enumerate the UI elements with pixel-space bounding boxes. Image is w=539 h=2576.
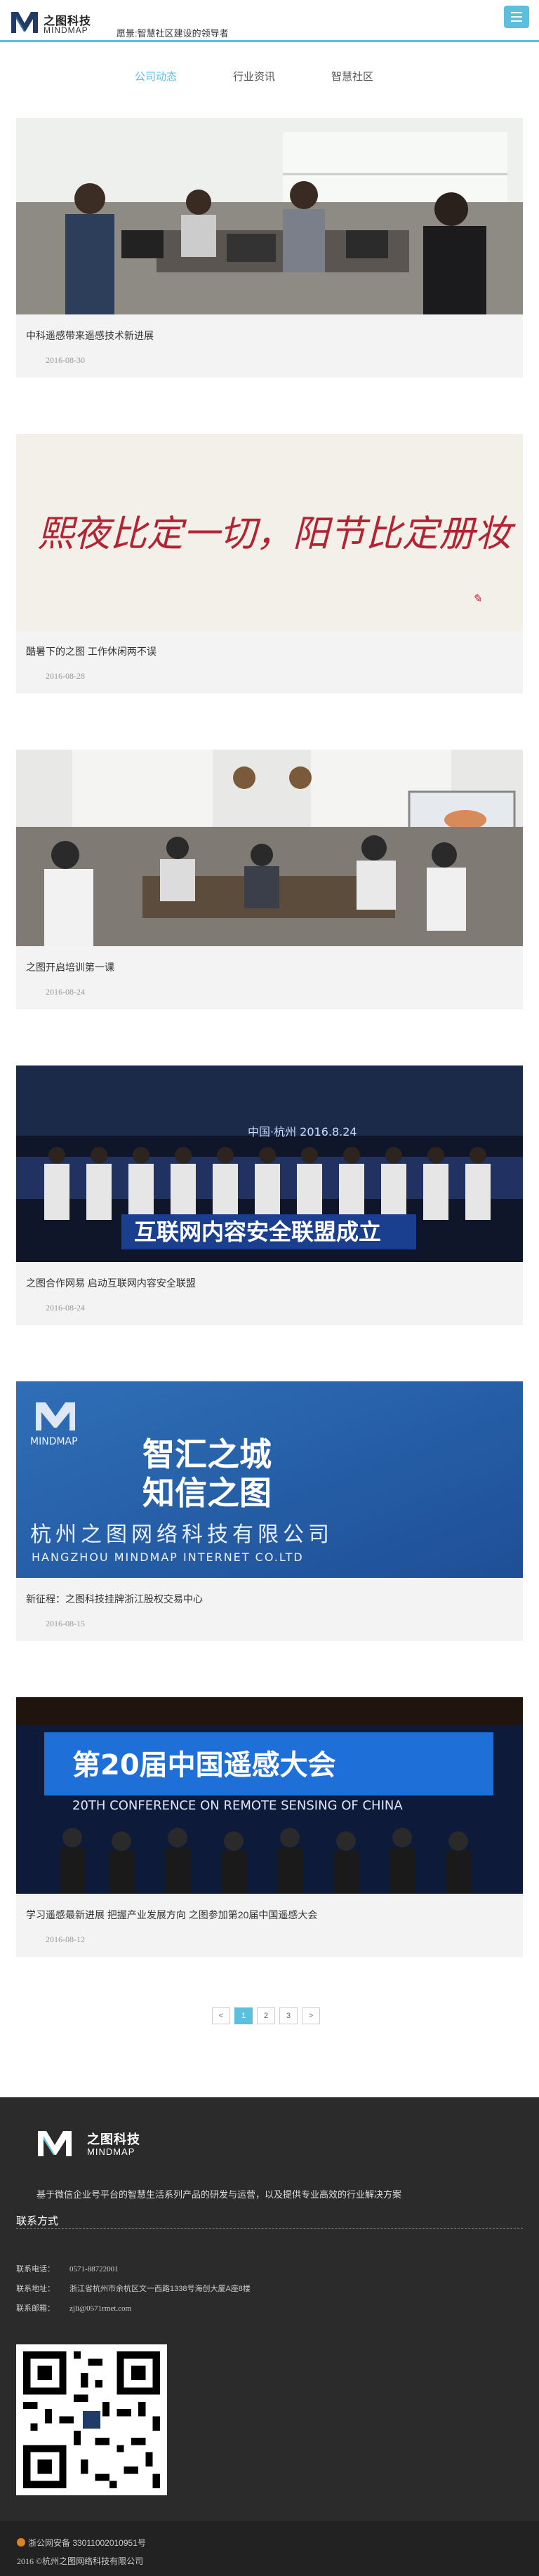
brand-company: 杭州之图网络科技有限公司 — [30, 1522, 333, 1547]
page-2-button[interactable]: 2 — [257, 2007, 275, 2024]
brand-logo-text: MINDMAP — [30, 1436, 78, 1447]
contact-phone: 联系电话： 0571-88722001 — [16, 2263, 119, 2274]
tab-industry-news[interactable]: 行业资讯 — [233, 69, 275, 84]
training-photo — [16, 750, 523, 946]
conference-title-cn: 第20届中国遥感大会 — [72, 1749, 336, 1781]
site-footer: 之图科技 MINDMAP 基于微信企业号平台的智慧生活系列产品的研发与运营，以及… — [0, 2097, 539, 2576]
article-card[interactable]: 中科遥感带来遥感技术新进展 2016-08-30 — [16, 118, 523, 378]
menu-icon-bar — [511, 16, 522, 18]
article-image[interactable]: 熙夜比定一切，阳节比定册妆 ✎ — [16, 434, 523, 630]
article-title[interactable]: 新征程：之图科技挂牌浙江股权交易中心 — [26, 1592, 203, 1606]
header-slogan: 愿景:智慧社区建设的领导者 — [117, 28, 229, 39]
brand-line-1: 智汇之城 — [142, 1435, 272, 1473]
article-title[interactable]: 之图开启培训第一课 — [26, 960, 114, 974]
event-banner-date: 中国·杭州 2016.8.24 — [248, 1125, 357, 1138]
article-date: 2016-08-30 — [46, 355, 85, 365]
logo-subtitle: MINDMAP — [44, 25, 88, 35]
brand-wall-photo: MINDMAP 智汇之城 知信之图 杭州之图网络科技有限公司 HANGZHOU … — [16, 1381, 523, 1578]
contact-divider — [16, 2228, 523, 2229]
svg-text:✎: ✎ — [472, 592, 481, 605]
article-card[interactable]: 熙夜比定一切，阳节比定册妆 ✎ 酷暑下的之图 工作休闲两不误 2016-08-2… — [16, 434, 523, 693]
meeting-photo — [16, 118, 523, 314]
article-title[interactable]: 之图合作网易 启动互联网内容安全联盟 — [26, 1276, 196, 1290]
menu-icon-bar — [511, 20, 522, 22]
footer-logo-icon — [38, 2131, 72, 2156]
beian-text: 浙公网安备 33011002010951号 — [28, 2538, 146, 2548]
footer-description: 基于微信企业号平台的智慧生活系列产品的研发与运营，以及提供专业高效的行业解决方案 — [36, 2189, 402, 2200]
alliance-photo: 中国·杭州 2016.8.24 互联网内容安全联盟成立 — [16, 1065, 523, 1262]
article-image[interactable]: 第20届中国遥感大会 20TH CONFERENCE ON REMOTE SEN… — [16, 1697, 523, 1894]
article-card[interactable]: 中国·杭州 2016.8.24 互联网内容安全联盟成立 之图合作网易 启动互联网… — [16, 1065, 523, 1325]
menu-button[interactable] — [504, 6, 529, 28]
footer-logo-name: 之图科技 — [87, 2132, 140, 2146]
next-page-button[interactable]: > — [302, 2007, 320, 2024]
tab-smart-community[interactable]: 智慧社区 — [331, 69, 373, 84]
footer-logo-subtitle: MINDMAP — [87, 2146, 135, 2157]
contact-address: 联系地址： 浙江省杭州市余杭区文一西路1338号海创大厦A座8楼 — [16, 2283, 251, 2294]
copyright: 2016 ©杭州之图网络科技有限公司 — [17, 2556, 144, 2566]
article-image[interactable]: MINDMAP 智汇之城 知信之图 杭州之图网络科技有限公司 HANGZHOU … — [16, 1381, 523, 1578]
article-title[interactable]: 中科遥感带来遥感技术新进展 — [26, 328, 154, 343]
category-tabs: 公司动态 行业资讯 智慧社区 — [0, 69, 539, 90]
site-header: 之图科技 MINDMAP 愿景:智慧社区建设的领导者 — [0, 0, 539, 42]
phone-value[interactable]: 0571-88722001 — [69, 2265, 119, 2273]
calligraphy-text: 熙夜比定一切，阳节比定册妆 — [37, 513, 516, 555]
mindmap-logo-icon[interactable] — [10, 9, 39, 34]
page-3-button[interactable]: 3 — [279, 2007, 298, 2024]
article-date: 2016-08-12 — [46, 1934, 85, 1944]
article-title[interactable]: 学习遥感最新进展 把握产业发展方向 之图参加第20届中国遥感大会 — [26, 1908, 317, 1922]
wechat-qr-code — [16, 2344, 167, 2495]
contact-heading: 联系方式 — [16, 2215, 59, 2227]
page-1-button[interactable]: 1 — [234, 2007, 253, 2024]
article-date: 2016-08-24 — [46, 1303, 85, 1313]
article-date: 2016-08-28 — [46, 671, 85, 681]
article-card[interactable]: MINDMAP 智汇之城 知信之图 杭州之图网络科技有限公司 HANGZHOU … — [16, 1381, 523, 1641]
conference-title-en: 20TH CONFERENCE ON REMOTE SENSING OF CHI… — [72, 1798, 403, 1813]
beian-record[interactable]: 浙公网安备 33011002010951号 — [17, 2537, 146, 2549]
article-title[interactable]: 酷暑下的之图 工作休闲两不误 — [26, 644, 157, 658]
calligraphy-photo: 熙夜比定一切，阳节比定册妆 ✎ — [16, 434, 523, 630]
article-image[interactable] — [16, 750, 523, 946]
article-image[interactable] — [16, 118, 523, 314]
footer-bottom-bar: 浙公网安备 33011002010951号 2016 ©杭州之图网络科技有限公司 — [0, 2521, 539, 2576]
menu-icon-bar — [511, 12, 522, 13]
email-value[interactable]: zjli@0571rmet.com — [69, 2304, 131, 2313]
phone-label: 联系电话： — [16, 2265, 55, 2273]
conference-photo: 第20届中国遥感大会 20TH CONFERENCE ON REMOTE SEN… — [16, 1697, 523, 1894]
prev-page-button[interactable]: < — [212, 2007, 230, 2024]
article-card[interactable]: 第20届中国遥感大会 20TH CONFERENCE ON REMOTE SEN… — [16, 1697, 523, 1957]
article-date: 2016-08-24 — [46, 987, 85, 997]
tab-company-news[interactable]: 公司动态 — [135, 69, 177, 84]
article-card[interactable]: 之图开启培训第一课 2016-08-24 — [16, 750, 523, 1009]
brand-line-2: 知信之图 — [142, 1474, 272, 1512]
contact-email: 联系邮箱： zjli@0571rmet.com — [16, 2302, 131, 2313]
email-label: 联系邮箱： — [16, 2304, 55, 2313]
alliance-banner-text: 互联网内容安全联盟成立 — [134, 1219, 381, 1245]
brand-company-en: HANGZHOU MINDMAP INTERNET CO.LTD — [32, 1551, 304, 1564]
police-badge-icon — [17, 2538, 25, 2547]
article-date: 2016-08-15 — [46, 1619, 85, 1628]
article-image[interactable]: 中国·杭州 2016.8.24 互联网内容安全联盟成立 — [16, 1065, 523, 1262]
address-value: 浙江省杭州市余杭区文一西路1338号海创大厦A座8楼 — [69, 2285, 251, 2293]
address-label: 联系地址： — [16, 2285, 55, 2293]
